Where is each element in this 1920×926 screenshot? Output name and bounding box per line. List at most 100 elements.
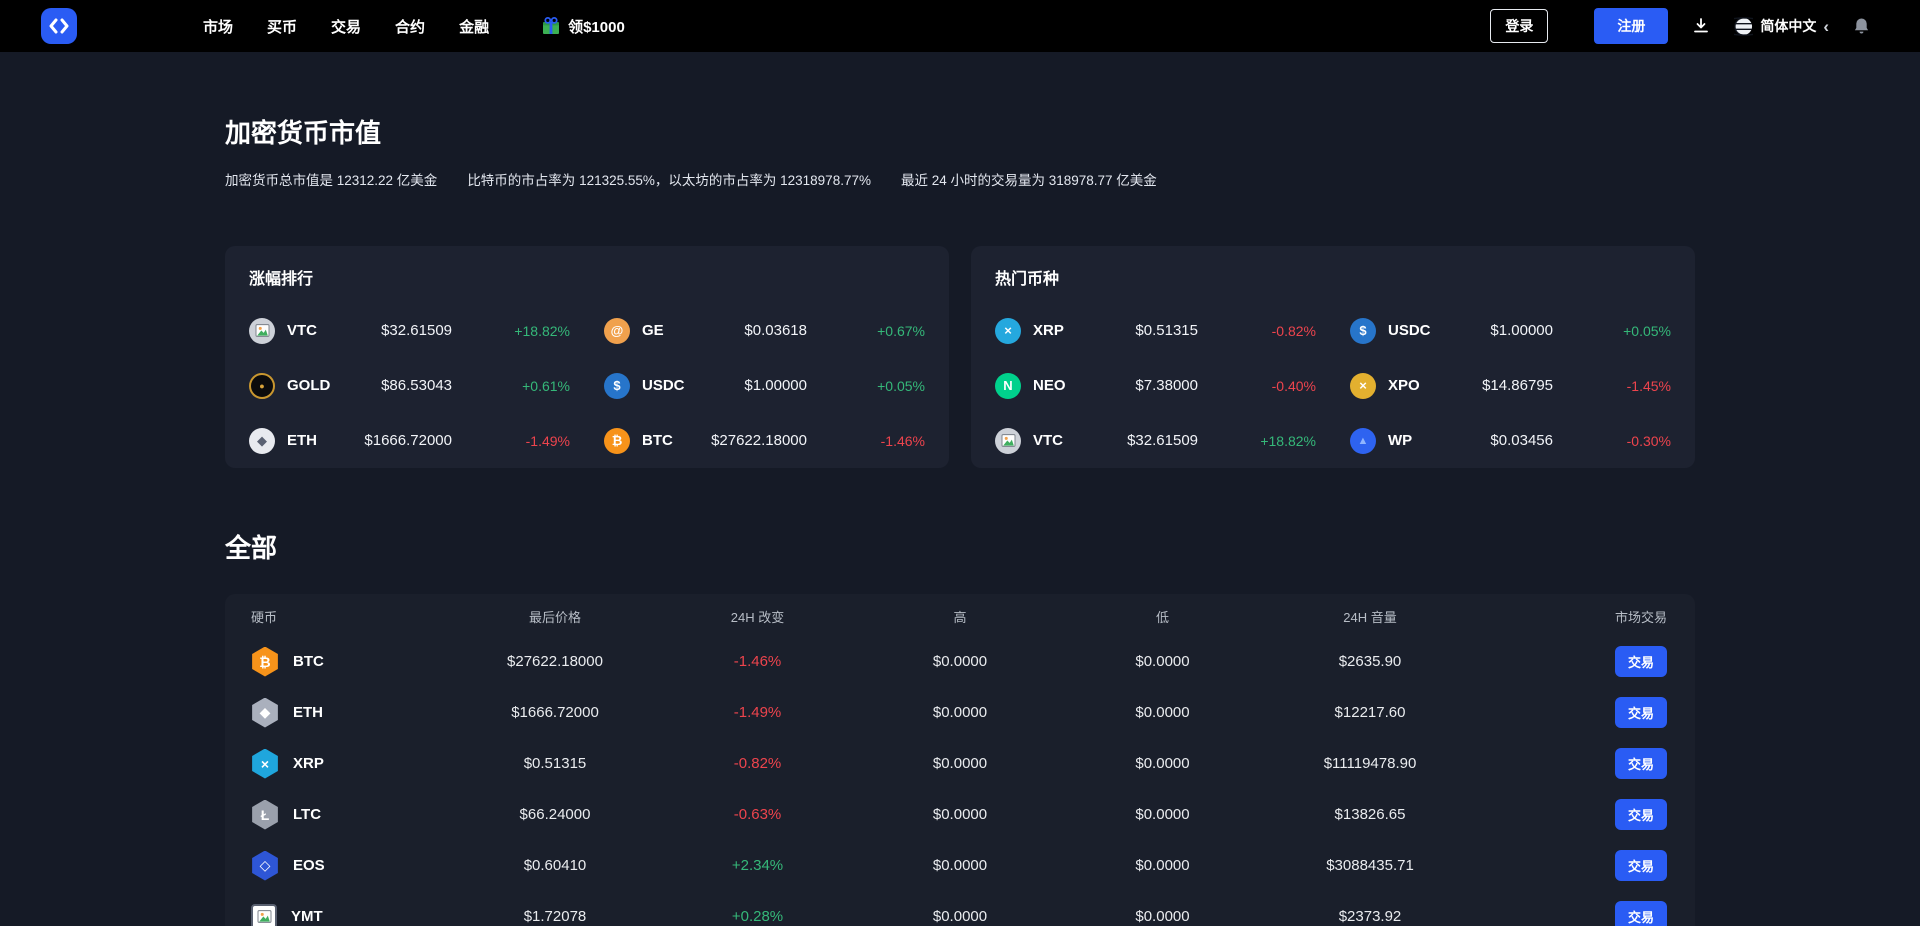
- coin-item[interactable]: N NEO $7.38000 -0.40%: [995, 358, 1316, 413]
- coin-symbol: ETH: [287, 432, 317, 449]
- download-app-button[interactable]: [1692, 17, 1710, 35]
- globe-icon: [1734, 17, 1753, 36]
- coin-item[interactable]: × XRP $0.51315 -0.82%: [995, 303, 1316, 358]
- coin-item[interactable]: ₿ BTC $27622.18000 -1.46%: [604, 413, 925, 468]
- volume-24h: $3088435.71: [1265, 857, 1475, 874]
- row-coin-cell: Ł LTC: [225, 800, 455, 830]
- high-value: $0.0000: [860, 857, 1060, 874]
- col-low: 低: [1060, 607, 1265, 626]
- bonus-link[interactable]: 领$1000: [541, 16, 625, 37]
- coin-symbol: NEO: [1033, 377, 1066, 394]
- coin-symbol: BTC: [642, 432, 673, 449]
- trade-button[interactable]: 交易: [1615, 697, 1667, 728]
- last-price: $1.72078: [455, 908, 655, 925]
- login-button[interactable]: 登录: [1490, 9, 1548, 43]
- top-navbar: 市场 买币 交易 合约 金融 领$1000 登录 注册 简体中文 ‹: [0, 0, 1920, 52]
- card-title: 热门币种: [995, 270, 1671, 290]
- trade-button[interactable]: 交易: [1615, 799, 1667, 830]
- coin-item[interactable]: ● GOLD $86.53043 +0.61%: [249, 358, 570, 413]
- table-row: ◆ ETH $1666.72000 -1.49% $0.0000 $0.0000…: [225, 687, 1695, 738]
- coin-change: +18.82%: [452, 323, 570, 339]
- notifications-button[interactable]: [1853, 17, 1870, 35]
- coin-change: -1.45%: [1553, 378, 1671, 394]
- change-24h: -0.63%: [655, 806, 860, 823]
- col-high: 高: [860, 607, 1060, 626]
- low-value: $0.0000: [1060, 908, 1265, 925]
- coin-item[interactable]: $ USDC $1.00000 +0.05%: [604, 358, 925, 413]
- market-table: 硬币 最后价格 24H 改变 高 低 24H 音量 市场交易 ₿ BTC: [225, 594, 1695, 926]
- register-button[interactable]: 注册: [1594, 8, 1668, 44]
- volume-24h: $2635.90: [1265, 653, 1475, 670]
- vtc-icon: [249, 318, 275, 344]
- coin-symbol: BTC: [293, 653, 324, 670]
- coin-change: -1.49%: [452, 433, 570, 449]
- coin-change: +0.05%: [1553, 323, 1671, 339]
- change-24h: -0.82%: [655, 755, 860, 772]
- language-selector[interactable]: 简体中文 ‹: [1734, 16, 1829, 36]
- download-icon: [1692, 17, 1710, 35]
- coin-symbol: XPO: [1388, 377, 1420, 394]
- neo-icon: N: [995, 373, 1021, 399]
- stat-24h-volume: 最近 24 小时的交易量为 318978.77 亿美金: [901, 172, 1157, 190]
- last-price: $0.60410: [455, 857, 655, 874]
- xpo-icon: ×: [1350, 373, 1376, 399]
- coin-change: +0.67%: [807, 323, 925, 339]
- card-hot-coins: 热门币种 × XRP $0.51315 -0.82%: [971, 246, 1695, 468]
- nav-item-finance[interactable]: 金融: [459, 16, 489, 37]
- language-label: 简体中文: [1760, 16, 1816, 36]
- trade-button[interactable]: 交易: [1615, 646, 1667, 677]
- coin-item[interactable]: $ USDC $1.00000 +0.05%: [1350, 303, 1671, 358]
- nav-links: 市场 买币 交易 合约 金融 领$1000: [203, 16, 625, 37]
- eth-icon: ◆: [249, 428, 275, 454]
- nav-item-market[interactable]: 市场: [203, 16, 233, 37]
- trade-button[interactable]: 交易: [1615, 901, 1667, 926]
- table-header: 硬币 最后价格 24H 改变 高 低 24H 音量 市场交易: [225, 596, 1695, 636]
- coin-price: $32.61509: [1127, 432, 1198, 449]
- high-value: $0.0000: [860, 653, 1060, 670]
- col-coin: 硬币: [225, 607, 455, 626]
- trade-button[interactable]: 交易: [1615, 850, 1667, 881]
- coin-item[interactable]: VTC $32.61509 +18.82%: [995, 413, 1316, 468]
- trade-button[interactable]: 交易: [1615, 748, 1667, 779]
- gift-icon: [541, 16, 561, 36]
- high-value: $0.0000: [860, 908, 1060, 925]
- coin-price: $0.03618: [744, 322, 807, 339]
- coin-item[interactable]: ◆ ETH $1666.72000 -1.49%: [249, 413, 570, 468]
- card-title: 涨幅排行: [249, 270, 925, 290]
- coin-item[interactable]: × XPO $14.86795 -1.45%: [1350, 358, 1671, 413]
- last-price: $0.51315: [455, 755, 655, 772]
- section-title-all: 全部: [225, 532, 1695, 564]
- row-coin-cell: ◇ EOS: [225, 851, 455, 881]
- coin-change: +0.05%: [807, 378, 925, 394]
- logo[interactable]: [41, 8, 77, 44]
- gainers-grid: VTC $32.61509 +18.82% @ GE $0.03618 +0.6…: [249, 303, 925, 468]
- low-value: $0.0000: [1060, 704, 1265, 721]
- table-body: ₿ BTC $27622.18000 -1.46% $0.0000 $0.000…: [225, 636, 1695, 926]
- stat-dominance: 比特币的市占率为 121325.55%，以太坊的市占率为 12318978.77…: [467, 172, 871, 190]
- coin-item[interactable]: @ GE $0.03618 +0.67%: [604, 303, 925, 358]
- table-row: ₿ BTC $27622.18000 -1.46% $0.0000 $0.000…: [225, 636, 1695, 687]
- nav-item-buy[interactable]: 买币: [267, 16, 297, 37]
- table-row: ◇ EOS $0.60410 +2.34% $0.0000 $0.0000 $3…: [225, 840, 1695, 891]
- navbar-right: 登录 注册 简体中文 ‹: [1490, 8, 1870, 44]
- coin-item[interactable]: ▲ WP $0.03456 -0.30%: [1350, 413, 1671, 468]
- row-coin-cell: ₿ BTC: [225, 647, 455, 677]
- vtc-icon: [995, 428, 1021, 454]
- eth-icon: ◆: [251, 698, 279, 728]
- coin-symbol: XRP: [1033, 322, 1064, 339]
- high-value: $0.0000: [860, 755, 1060, 772]
- coin-item[interactable]: VTC $32.61509 +18.82%: [249, 303, 570, 358]
- gold-icon: ●: [249, 373, 275, 399]
- change-24h: -1.46%: [655, 653, 860, 670]
- coin-price: $86.53043: [381, 377, 452, 394]
- nav-item-contract[interactable]: 合约: [395, 16, 425, 37]
- table-row: × XRP $0.51315 -0.82% $0.0000 $0.0000 $1…: [225, 738, 1695, 789]
- bonus-label: 领$1000: [568, 16, 625, 37]
- xrp-icon: ×: [251, 749, 279, 779]
- chevron-icon: ‹: [1823, 18, 1829, 35]
- nav-item-trade[interactable]: 交易: [331, 16, 361, 37]
- col-24h-volume: 24H 音量: [1265, 607, 1475, 626]
- volume-24h: $11119478.90: [1265, 755, 1475, 772]
- coin-symbol: GOLD: [287, 377, 330, 394]
- btc-icon: ₿: [604, 428, 630, 454]
